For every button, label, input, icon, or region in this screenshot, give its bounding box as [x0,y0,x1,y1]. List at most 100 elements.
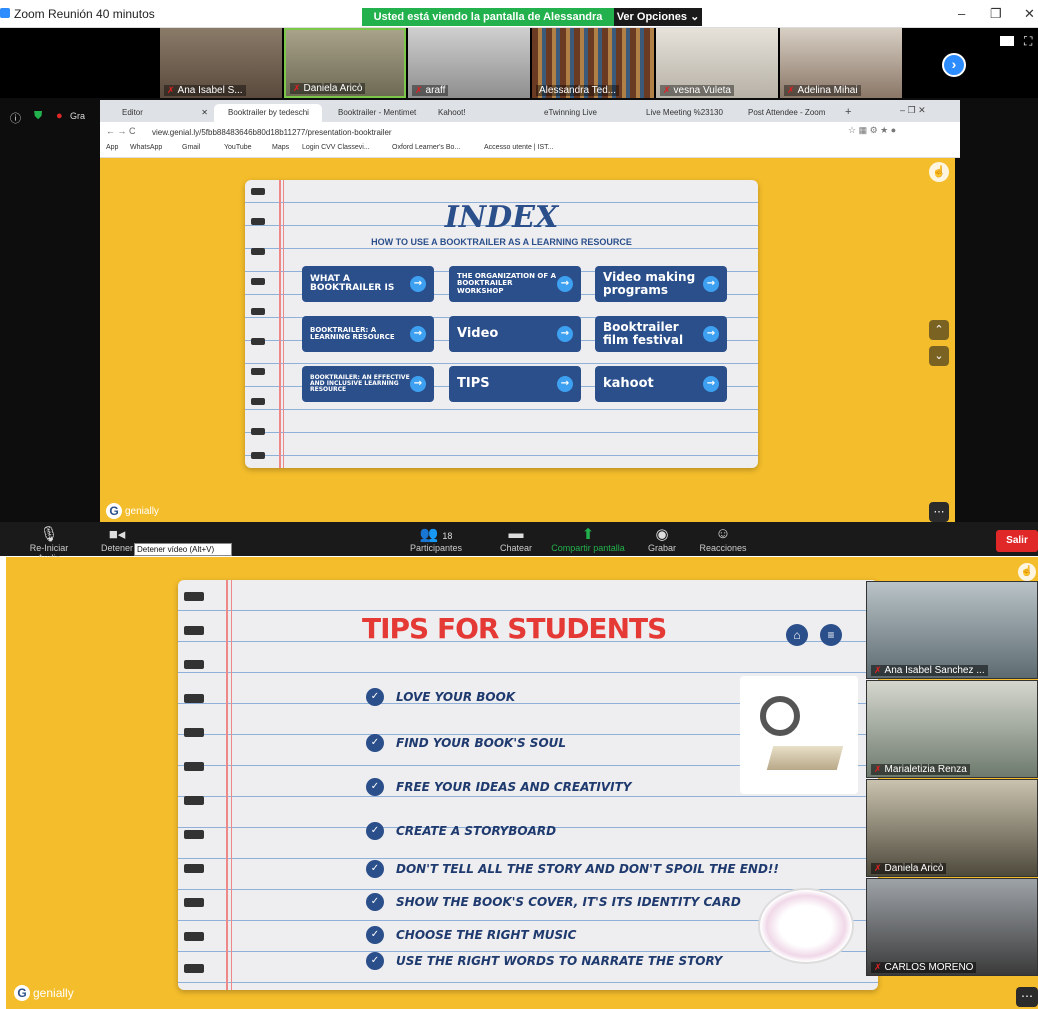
tips-slide: TIPS FOR STUDENTS ⌂ ≡ ✓ LOVE YOUR BOOK ✓ F… [6,557,1038,1009]
minimize-icon[interactable]: – [958,6,965,21]
genially-logo: Ggenially [14,985,74,1001]
tab-etwinning[interactable]: eTwinning Live [530,104,630,122]
video-tile[interactable]: ✗ araff [408,28,530,98]
video-tile[interactable]: ✗ Ana Isabel S... [160,28,282,98]
index-button-inclusive[interactable]: BOOKTRAILER: AN EFFECTIVE AND INCLUSIVE … [302,366,434,402]
participants-icon: 👥 18 [419,526,453,543]
mic-muted-icon: ✗ [415,85,423,95]
touch-icon[interactable]: ☝ [1018,563,1036,581]
tab-post-attendee[interactable]: Post Attendee - Zoom [734,104,834,122]
touch-icon[interactable]: ☝ [929,162,949,182]
mic-muted-icon: ✗ [874,764,882,774]
nav-arrows-icon[interactable]: ← → C [106,126,136,136]
participants-button[interactable]: 👥 18 Participantes [404,525,468,553]
spiral-ring [184,898,204,907]
reactions-button[interactable]: ☺ Reacciones [696,525,750,553]
extensions-icon[interactable]: ☆ ▦ ⚙ ★ ● [848,125,896,136]
spiral-ring [251,338,265,345]
tab-booktrailer[interactable]: Booktrailer by tedeschi [214,104,322,122]
arrow-right-icon: → [703,376,719,392]
close-icon[interactable]: ✕ [1024,6,1035,22]
spiral-ring [251,428,265,435]
view-options-button[interactable]: Ver Opciones ⌄ [614,8,702,26]
spiral-ring [184,964,204,973]
index-title: INDEX [444,200,559,235]
video-camera-icon: ■◂ [108,526,126,543]
video-tile[interactable]: ✗ Ana Isabel Sanchez ... [866,581,1038,679]
margin-line [226,580,228,990]
fullscreen-icon[interactable]: ⛶ [1024,34,1032,49]
browser-window: Editor ✕ Booktrailer by tedeschi Booktra… [100,100,960,158]
participant-name: ✗ Daniela Aricò [290,83,366,94]
video-tile[interactable]: ✗ Marialetizia Renza [866,680,1038,778]
index-button-learning-resource[interactable]: BOOKTRAILER: A LEARNING RESOURCE → [302,316,434,352]
info-icon[interactable]: ⓘ [10,110,21,126]
video-tile[interactable]: ✗ CARLOS MORENO [866,878,1038,976]
tip-item: ✓ USE THE RIGHT WORDS TO NARRATE THE STOR… [366,952,722,970]
video-tile[interactable]: Alessandra Ted... [532,28,654,98]
participant-name: ✗ CARLOS MORENO [871,962,977,973]
zoom-icon [0,8,10,18]
index-button-video[interactable]: Video → [449,316,581,352]
more-options-icon[interactable]: ⋯ [929,502,949,522]
window-controls-icon[interactable]: – ❐ ✕ [900,105,926,116]
more-options-icon[interactable]: ⋯ [1016,987,1038,1007]
index-button-film-festival[interactable]: Booktrailer film festival → [595,316,727,352]
chat-button[interactable]: ▬ Chatear [494,525,538,553]
record-button[interactable]: ◉ Grabar [640,525,684,553]
arrow-right-icon: → [703,276,719,292]
tip-item: ✓ SHOW THE BOOK'S COVER, IT'S ITS IDENTIT… [366,893,741,911]
restore-icon[interactable]: ❐ [990,6,1002,22]
new-tab-icon[interactable]: + [845,106,851,118]
video-tile[interactable]: ✗ Daniela Aricò [866,779,1038,877]
tab-mentimeter[interactable]: Booktrailer - Mentimet [324,104,422,122]
mic-muted-icon: ✗ [874,863,882,873]
open-book-icon [766,746,844,770]
spiral-ring [184,830,204,839]
arrow-right-icon: → [410,376,426,392]
home-icon[interactable]: ⌂ [786,624,808,646]
tip-item: ✓ DON'T TELL ALL THE STORY AND DON'T SPOI… [366,860,779,878]
bookmark-item[interactable]: Login CVV Classevi... [302,144,370,151]
view-options-label: Ver Opciones [616,11,688,23]
video-tile[interactable]: ✗ vesna Vuleta [656,28,778,98]
bookmark-item[interactable]: Accesso utente | IST... [484,144,554,151]
arrow-right-icon: → [703,326,719,342]
menu-icon[interactable]: ≡ [820,624,842,646]
bookmark-item[interactable]: YouTube [224,144,252,151]
video-button[interactable]: ■◂ Detener [98,525,136,553]
tip-item: ✓ CHOOSE THE RIGHT MUSIC [366,926,576,944]
scroll-up-icon[interactable]: ⌃ [929,320,949,340]
bookmark-item[interactable]: WhatsApp [130,144,162,151]
index-button-kahoot[interactable]: kahoot → [595,366,727,402]
film-book-image [740,676,858,794]
index-button-video-programs[interactable]: Video making programs → [595,266,727,302]
index-button-tips[interactable]: TIPS → [449,366,581,402]
address-bar: ← → C view.genial.ly/5fbb88483646b80d18b… [100,122,960,142]
bookmark-item[interactable]: App [106,144,118,151]
tip-item: ✓ LOVE YOUR BOOK [366,688,515,706]
tab-kahoot[interactable]: Kahoot! [424,104,528,122]
bookmark-item[interactable]: Maps [272,144,289,151]
leave-button[interactable]: Salir [996,530,1038,552]
tip-item: ✓ FIND YOUR BOOK'S SOUL [366,734,566,752]
scroll-down-icon[interactable]: ⌄ [929,346,949,366]
spiral-ring [184,728,204,737]
url-field[interactable]: view.genial.ly/5fbb88483646b80d18b11277/… [152,126,852,139]
next-page-icon[interactable]: › [942,53,966,77]
mic-muted-icon: ✗ [167,85,175,95]
video-tile[interactable]: ✗ Daniela Aricò [284,28,406,98]
close-tab-icon: ✕ [201,108,208,117]
bookmark-item[interactable]: Oxford Learner's Bo... [392,144,460,151]
spiral-ring [184,660,204,669]
gallery-view-icon[interactable] [1000,36,1014,46]
check-icon: ✓ [366,926,384,944]
tab-live-meeting[interactable]: Live Meeting %23130 [632,104,732,122]
video-tile[interactable]: ✗ Adelina Mihai [780,28,902,98]
bookmark-item[interactable]: Gmail [182,144,200,151]
tab-editor[interactable]: Editor ✕ [108,104,212,122]
share-screen-button[interactable]: ⬆ Compartir pantalla [548,525,628,553]
index-button-organization[interactable]: THE ORGANIZATION OF A BOOKTRAILER WORKSH… [449,266,581,302]
index-button-what-is[interactable]: WHAT A BOOKTRAILER IS → [302,266,434,302]
recording-label: Gra [70,111,86,121]
